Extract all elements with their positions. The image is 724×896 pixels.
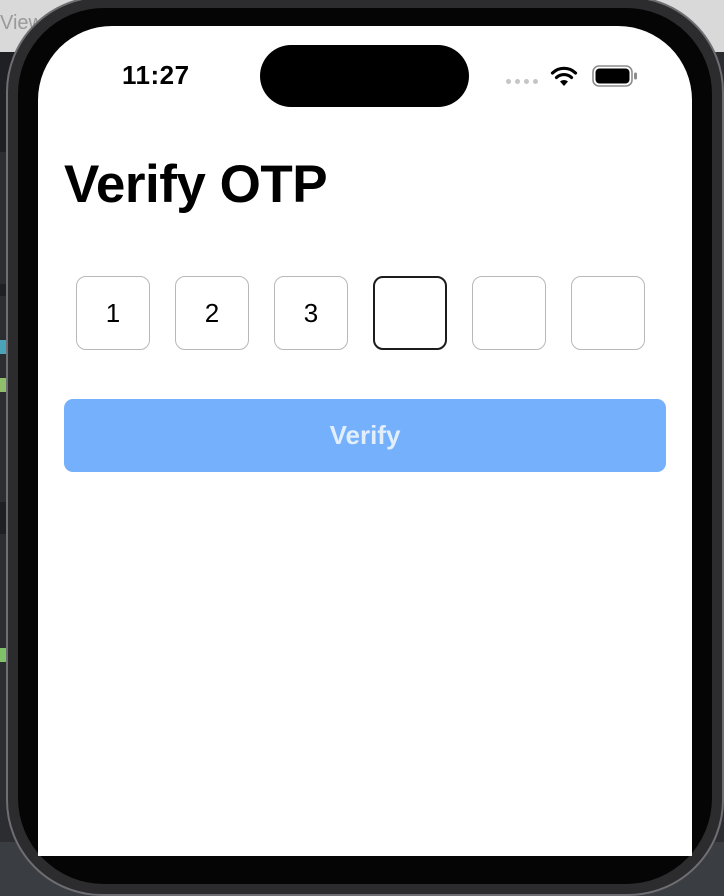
app-screen: 11:27 Verify OTP 1 2 3 Verify <box>38 26 692 856</box>
verify-button[interactable]: Verify <box>64 399 666 472</box>
cellular-signal-icon <box>506 78 538 84</box>
battery-icon <box>592 65 637 87</box>
otp-digit-field[interactable]: 1 <box>76 276 150 350</box>
wifi-icon <box>550 66 578 86</box>
page-title: Verify OTP <box>64 155 328 214</box>
otp-digit-field-active[interactable] <box>373 276 447 350</box>
otp-digit-field[interactable]: 2 <box>175 276 249 350</box>
status-bar-icons <box>506 64 638 88</box>
otp-digit-field[interactable] <box>472 276 546 350</box>
otp-digit-field[interactable]: 3 <box>274 276 348 350</box>
otp-input-row: 1 2 3 <box>76 276 645 350</box>
otp-digit-field[interactable] <box>571 276 645 350</box>
dynamic-island <box>260 45 469 107</box>
status-bar-time: 11:27 <box>122 60 190 90</box>
